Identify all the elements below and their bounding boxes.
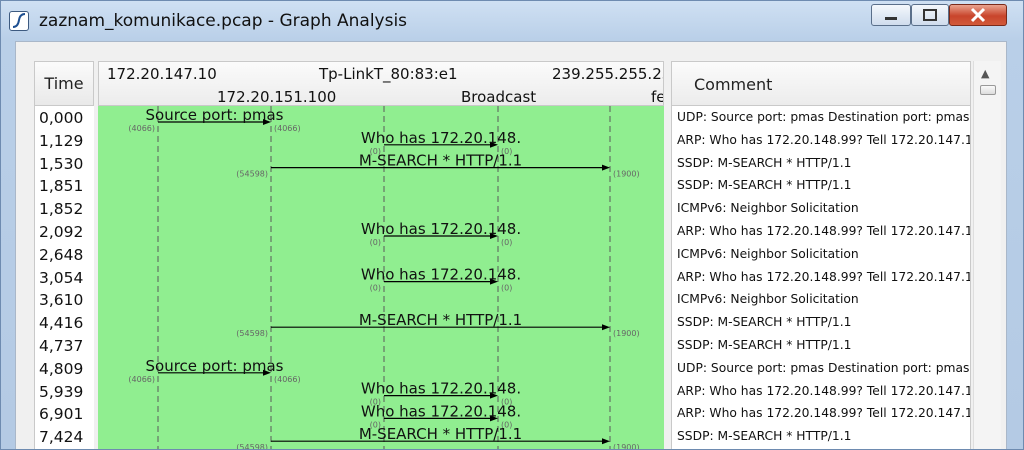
source-port-label: (0) [370,238,381,247]
destination-port-label: (1900) [613,443,640,450]
packet-label: M-SEARCH * HTTP/1.1 [359,152,522,170]
maximize-button[interactable] [911,4,949,26]
arrowhead-icon [602,164,610,171]
sequence-graph-canvas: Source port: pmas(4066) (4066)Who has 172… [128,106,640,450]
scroll-thumb[interactable] [980,85,996,95]
time-cell[interactable]: 1,851 [39,175,83,197]
packet-label: M-SEARCH * HTTP/1.1 [359,311,522,329]
source-port-label: (4066) [128,375,155,384]
comment-cell[interactable]: UDP: Source port: pmas Destination port:… [677,361,969,375]
time-cell[interactable]: 1,530 [39,153,83,175]
packet-label: Source port: pmas [146,357,284,375]
maximize-icon [923,9,937,21]
time-cell[interactable]: 3,054 [39,267,83,289]
graph-analysis-window: zaznam_komunikace.pcap - Graph Analysis … [0,0,1024,450]
time-cell[interactable]: 3,610 [39,289,83,311]
time-cell[interactable]: 5,939 [39,381,83,403]
comment-cell[interactable]: SSDP: M-SEARCH * HTTP/1.1 [677,178,851,192]
source-port-label: (54598) [236,329,268,338]
packet-label: Who has 172.20.148. [361,402,521,420]
close-icon [970,7,986,23]
title-bar[interactable]: zaznam_komunikace.pcap - Graph Analysis [1,1,1023,41]
time-cell[interactable]: 7,424 [39,426,83,448]
comment-cell[interactable]: ARP: Who has 172.20.148.99? Tell 172.20.… [677,224,970,238]
node-label: Tp-LinkT_80:83:e1 [319,65,458,83]
comment-cell[interactable]: ARP: Who has 172.20.148.99? Tell 172.20.… [677,406,970,420]
comment-cell[interactable]: ICMPv6: Neighbor Solicitation [677,201,859,215]
time-cell[interactable]: 0,000 [39,107,83,129]
time-cell[interactable]: 4,809 [39,358,83,380]
node-header: 172.20.147.10 172.20.151.100 Tp-LinkT_80… [98,61,664,106]
vertical-scrollbar[interactable]: ▲ [973,61,1001,449]
node-label: 172.20.147.10 [107,65,217,83]
time-cell[interactable]: 1,852 [39,198,83,220]
graph-analysis-icon [9,11,29,31]
arrowhead-icon [602,438,610,445]
minimize-button[interactable] [871,4,911,26]
node-label: fe [651,88,663,106]
source-port-label: (54598) [236,443,268,450]
comment-column-header[interactable]: Comment [671,61,971,106]
time-cell[interactable]: 4,737 [39,335,83,357]
comment-cell[interactable]: ARP: Who has 172.20.148.99? Tell 172.20.… [677,270,970,284]
packet-label: M-SEARCH * HTTP/1.1 [359,425,522,443]
source-port-label: (0) [370,284,381,293]
comment-cell[interactable]: SSDP: M-SEARCH * HTTP/1.1 [677,156,851,170]
comment-cell[interactable]: SSDP: M-SEARCH * HTTP/1.1 [677,338,851,352]
comment-column: UDP: Source port: pmas Destination port:… [671,106,971,449]
sequence-graph[interactable]: Source port: pmas (4066) (4066) Who has 172… [98,106,664,450]
comment-cell[interactable]: UDP: Source port: pmas Destination port:… [677,110,969,124]
comment-cell[interactable]: ARP: Who has 172.20.148.99? Tell 172.20.… [677,384,970,398]
comment-cell[interactable]: SSDP: M-SEARCH * HTTP/1.1 [677,429,851,443]
close-button[interactable] [949,4,1007,26]
destination-port-label: (4066) [274,375,301,384]
time-cell[interactable]: 2,092 [39,221,83,243]
packet-label: Who has 172.20.148. [361,220,521,238]
node-label: 239.255.255.25 [552,65,664,83]
destination-port-label: (1900) [613,329,640,338]
node-label: 172.20.151.100 [217,88,337,106]
comment-cell[interactable]: ICMPv6: Neighbor Solicitation [677,247,859,261]
destination-port-label: (4066) [274,124,301,133]
time-cell[interactable]: 2,648 [39,244,83,266]
arrowhead-icon [602,324,610,331]
source-port-label: (54598) [236,170,268,179]
minimize-icon [885,17,897,20]
time-cell[interactable]: 1,129 [39,130,83,152]
destination-port-label: (1900) [613,170,640,179]
comment-cell[interactable]: ICMPv6: Neighbor Solicitation [677,292,859,306]
packet-label: Who has 172.20.148. [361,380,521,398]
destination-port-label: (0) [501,284,512,293]
time-cell[interactable]: 6,901 [39,403,83,425]
scroll-up-arrow-icon[interactable]: ▲ [981,67,989,80]
comment-cell[interactable]: ARP: Who has 172.20.148.99? Tell 172.20.… [677,133,970,147]
packet-label: Who has 172.20.148. [361,266,521,284]
time-cell[interactable]: 4,416 [39,312,83,334]
time-column-header[interactable]: Time [34,61,94,106]
packet-label: Who has 172.20.148. [361,129,521,147]
node-label: Broadcast [461,88,537,106]
packet-label: Source port: pmas [146,106,284,124]
time-column: 0,000 1,129 1,530 1,851 1,852 2,092 2,648 3,054… [34,106,94,449]
comment-cell[interactable]: SSDP: M-SEARCH * HTTP/1.1 [677,315,851,329]
source-port-label: (4066) [128,124,155,133]
destination-port-label: (0) [501,238,512,247]
window-title: zaznam_komunikace.pcap - Graph Analysis [39,11,408,31]
